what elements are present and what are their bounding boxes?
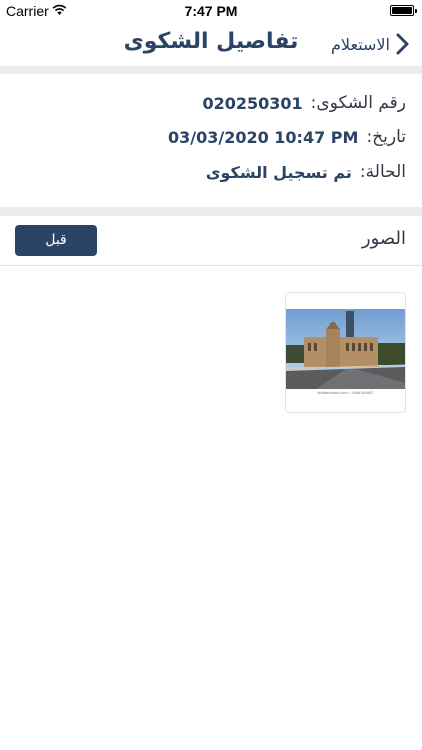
complaint-number-row: رقم الشكوى: 020250301 bbox=[202, 90, 406, 116]
thumbnail-caption: shutterstock.com • 1466160087 bbox=[317, 390, 374, 395]
complaint-date-label: تاريخ: bbox=[366, 127, 406, 147]
status-bar: Carrier 7:47 PM bbox=[0, 0, 422, 22]
complaint-status-row: الحالة: تم تسجيل الشكوى bbox=[206, 159, 406, 185]
complaint-date-row: تاريخ: 03/03/2020 10:47 PM bbox=[168, 124, 406, 150]
back-button-label: الاستعلام bbox=[331, 34, 390, 54]
back-button[interactable]: الاستعلام bbox=[331, 30, 412, 58]
images-section-title: الصور bbox=[361, 228, 406, 249]
complaint-number-label: رقم الشكوى: bbox=[310, 93, 406, 113]
complaint-status-label: الحالة: bbox=[359, 162, 406, 182]
battery-icon bbox=[390, 5, 417, 16]
section-separator bbox=[0, 66, 422, 74]
chevron-right-icon bbox=[392, 32, 412, 56]
clock: 7:47 PM bbox=[184, 3, 238, 19]
images-section-header: الصور قبل bbox=[0, 216, 422, 266]
image-thumbnail[interactable]: shutterstock.com • 1466160087 bbox=[285, 292, 406, 413]
accept-button[interactable]: قبل bbox=[15, 225, 97, 256]
complaint-date-value: 03/03/2020 10:47 PM bbox=[167, 127, 359, 147]
navigation-bar: تفاصيل الشكوى الاستعلام bbox=[0, 22, 422, 66]
photo-thumbnail bbox=[286, 309, 405, 389]
complaint-number-value: 020250301 bbox=[202, 93, 303, 113]
complaint-details: رقم الشكوى: 020250301 تاريخ: 03/03/2020 … bbox=[0, 74, 422, 207]
complaint-status-value: تم تسجيل الشكوى bbox=[205, 162, 352, 182]
section-separator bbox=[0, 207, 422, 216]
